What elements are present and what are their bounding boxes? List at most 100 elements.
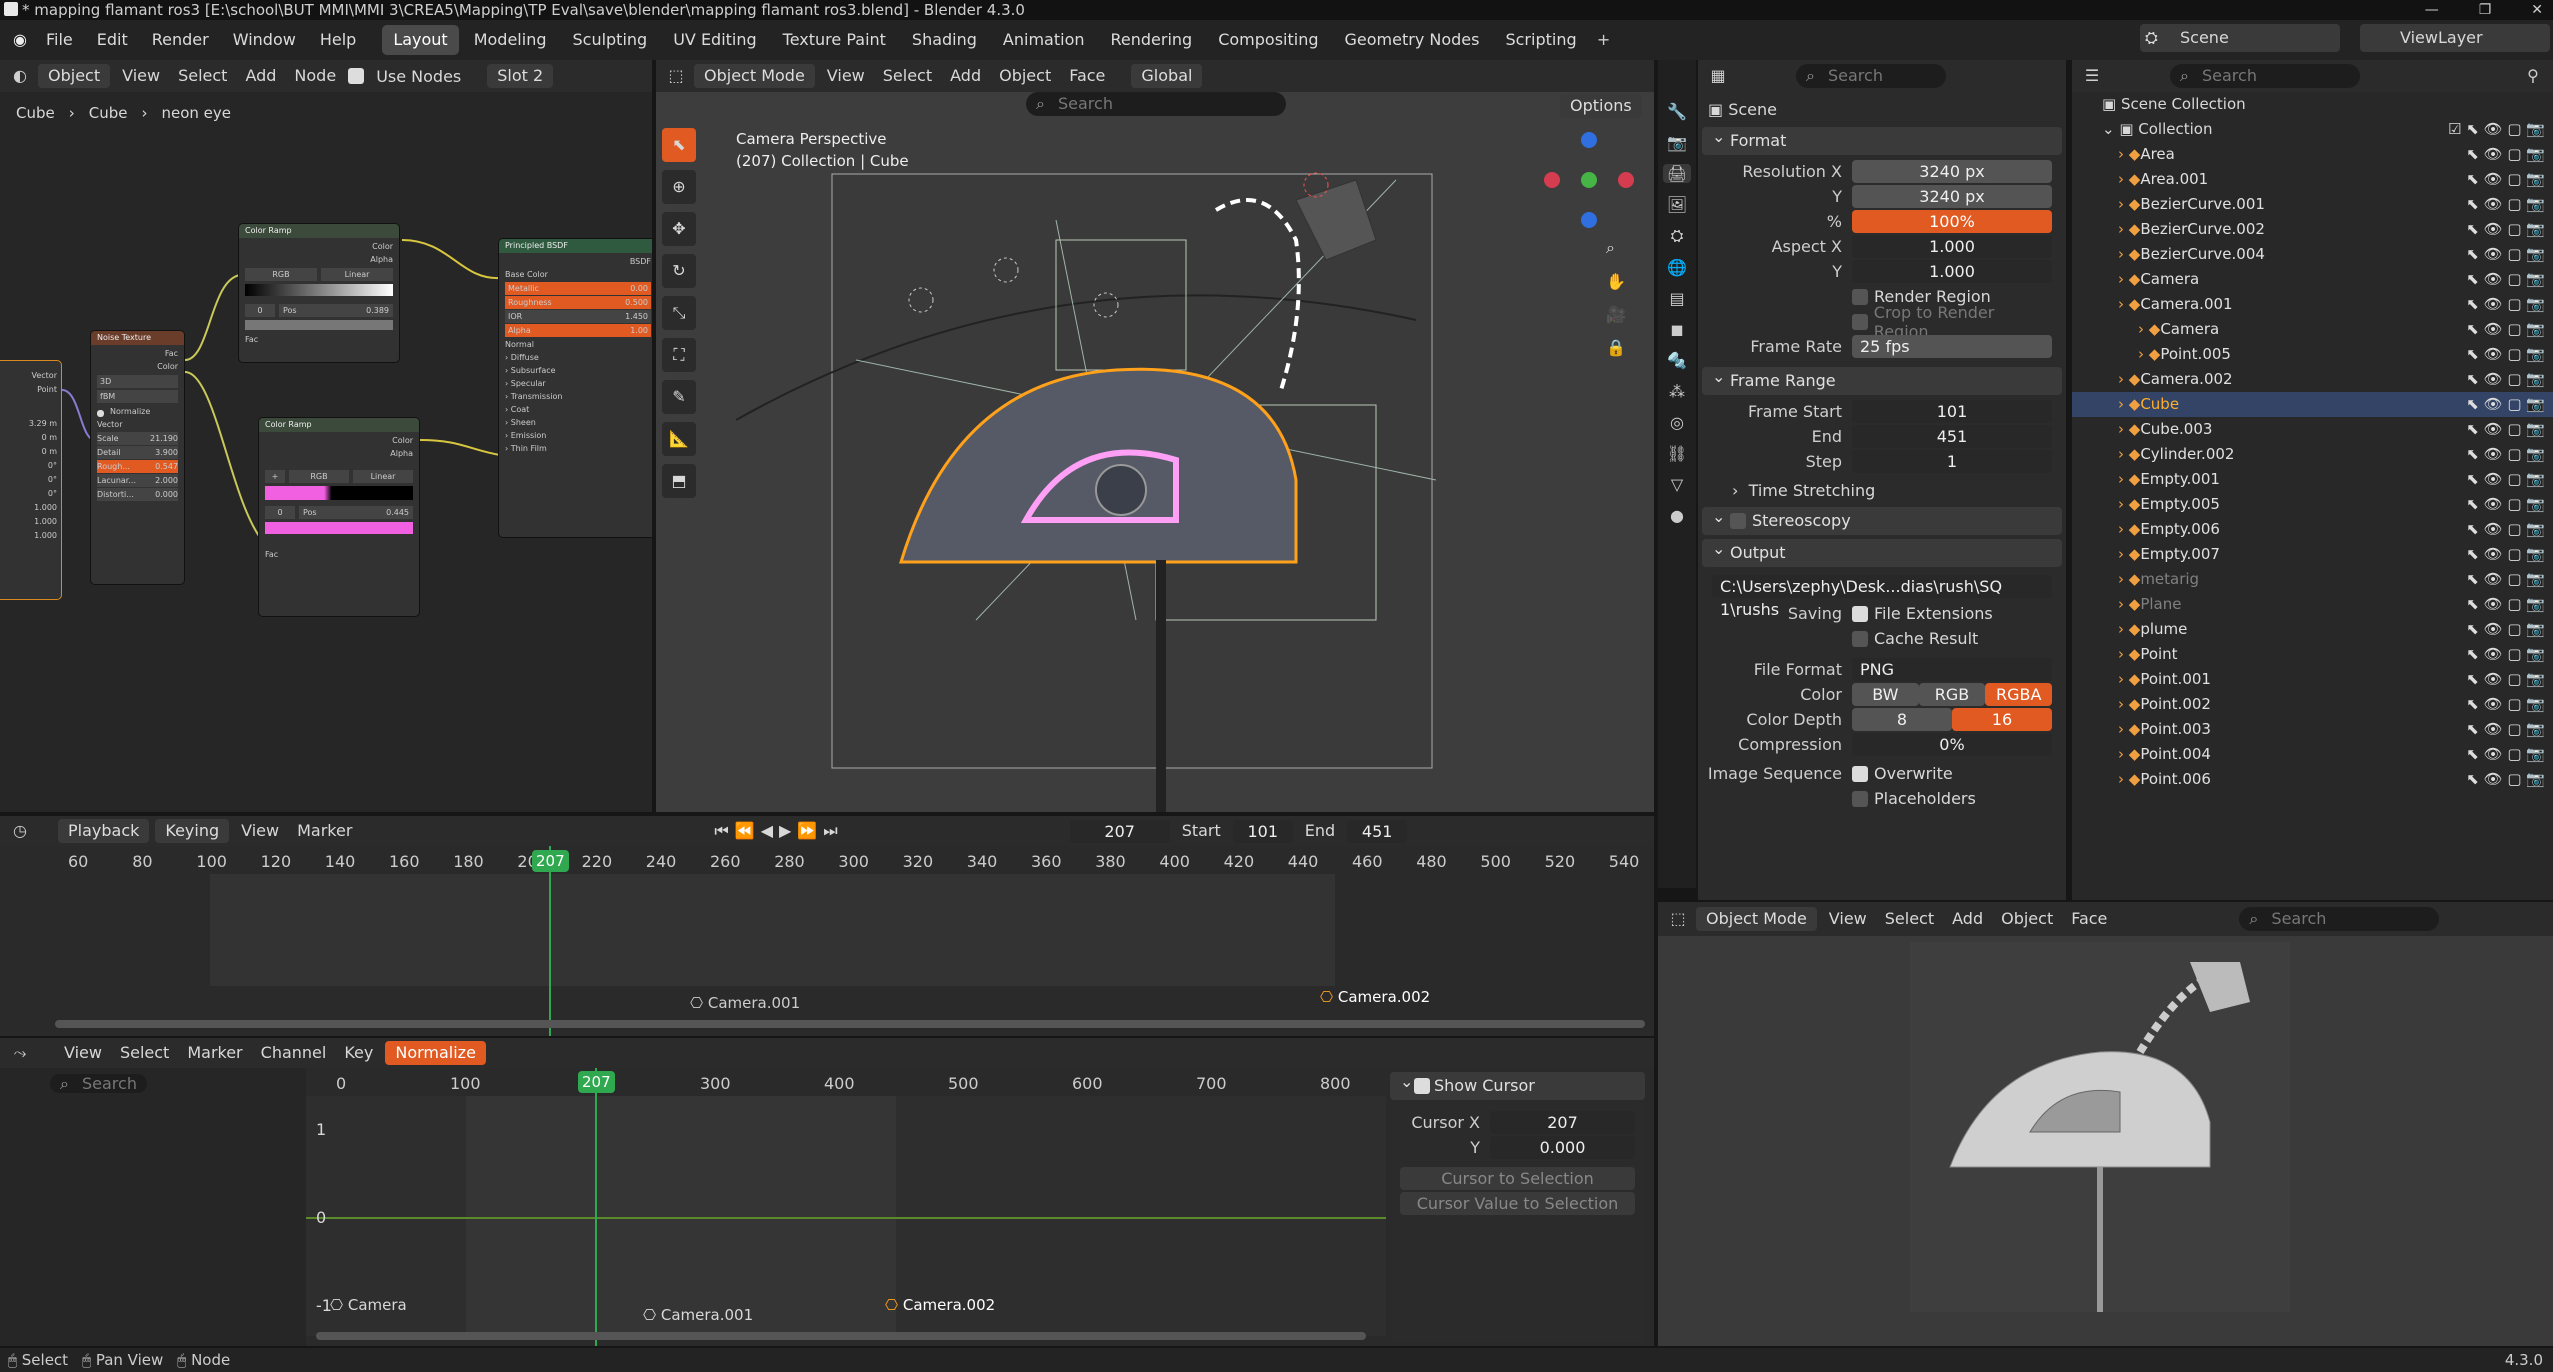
outliner-item[interactable]: › ◆ Camera ⬉ 👁 ▢ 📷 <box>2072 317 2553 342</box>
navigation-gizmo[interactable] <box>1536 132 1646 242</box>
depth-16-button[interactable]: 16 <box>1952 708 2052 731</box>
graph-playhead[interactable]: 207 <box>578 1071 615 1093</box>
resolution-x-field[interactable]: 3240 px <box>1852 160 2052 183</box>
outliner-item[interactable]: › ◆ Point.004 ⬉ 👁 ▢ 📷 <box>2072 742 2553 767</box>
object-tab-icon[interactable]: ◼ <box>1670 320 1683 339</box>
menu-file[interactable]: File <box>36 25 83 55</box>
outliner-item[interactable]: › ◆ Area.001 ⬉ 👁 ▢ 📷 <box>2072 167 2553 192</box>
visibility-toggles[interactable]: ⬉ 👁 ▢ 📷 <box>2466 617 2545 642</box>
visibility-toggles[interactable]: ⬉ 👁 ▢ 📷 <box>2466 742 2545 767</box>
color-ramp-1-gradient[interactable] <box>245 284 393 296</box>
tab-scripting[interactable]: Scripting <box>1494 25 1587 55</box>
preview-menu-face[interactable]: Face <box>2065 907 2113 931</box>
preview-viewport[interactable]: ⬚ Object Mode View Select Add Object Fac… <box>1658 902 2553 1346</box>
render-region-checkbox[interactable] <box>1852 288 1868 305</box>
modifier-tab-icon[interactable]: 🔩 <box>1667 351 1687 370</box>
3d-viewport[interactable]: ⬚ Object Mode View Select Add Object Fac… <box>656 60 1654 812</box>
tab-modeling[interactable]: Modeling <box>463 25 558 55</box>
editor-type-icon[interactable]: ⤳ <box>8 1041 32 1065</box>
show-cursor-panel[interactable]: Show Cursor <box>1390 1068 1645 1100</box>
visibility-toggles[interactable]: ⬉ 👁 ▢ 📷 <box>2466 492 2545 517</box>
add-workspace-icon[interactable]: + <box>1592 28 1616 52</box>
view-layer-tab-icon[interactable]: 🖼 <box>1667 195 1687 214</box>
outliner-item[interactable]: › ◆ Camera.002 ⬉ 👁 ▢ 📷 <box>2072 367 2553 392</box>
particles-tab-icon[interactable]: ⁂ <box>1669 382 1685 401</box>
outliner-item[interactable]: › ◆ BezierCurve.004 ⬉ 👁 ▢ 📷 <box>2072 242 2553 267</box>
graph-marker-camera-002[interactable]: ⎔ Camera.002 <box>885 1296 995 1314</box>
outliner-item[interactable]: › ◆ Point.005 ⬉ 👁 ▢ 📷 <box>2072 342 2553 367</box>
tab-compositing[interactable]: Compositing <box>1207 25 1329 55</box>
start-frame-field[interactable]: 101 <box>1232 819 1293 843</box>
tab-rendering[interactable]: Rendering <box>1100 25 1204 55</box>
graph-marker-camera-001[interactable]: ⎔ Camera.001 <box>643 1306 753 1324</box>
visibility-toggles[interactable]: ⬉ 👁 ▢ 📷 <box>2466 217 2545 242</box>
menu-edit[interactable]: Edit <box>87 25 138 55</box>
outliner-item[interactable]: › ◆ Plane ⬉ 👁 ▢ 📷 <box>2072 592 2553 617</box>
visibility-toggles[interactable]: ⬉ 👁 ▢ 📷 <box>2466 692 2545 717</box>
graph-menu-key[interactable]: Key <box>338 1041 379 1065</box>
node-principled-bsdf[interactable]: Principled BSDF BSDF Base Color Metallic… <box>498 238 652 538</box>
visibility-toggles[interactable]: ⬉ 👁 ▢ 📷 <box>2466 417 2545 442</box>
editor-type-icon[interactable]: ☰ <box>2080 64 2104 88</box>
cache-result-checkbox[interactable] <box>1852 630 1868 647</box>
file-format-dropdown[interactable]: PNG <box>1852 658 2052 681</box>
visibility-toggles[interactable]: ⬉ 👁 ▢ 📷 <box>2466 342 2545 367</box>
visibility-toggles[interactable]: ⬉ 👁 ▢ 📷 <box>2466 467 2545 492</box>
tab-shading[interactable]: Shading <box>901 25 988 55</box>
graph-marker-camera[interactable]: ⎔ Camera <box>330 1296 407 1314</box>
color-bw-button[interactable]: BW <box>1852 683 1919 706</box>
graph-menu-marker[interactable]: Marker <box>181 1041 248 1065</box>
node-editor[interactable]: ◐ Object View Select Add Node Use Nodes … <box>0 60 652 812</box>
cursor-x-field[interactable]: 207 <box>1490 1111 1635 1134</box>
visibility-toggles[interactable]: ⬉ 👁 ▢ 📷 <box>2466 567 2545 592</box>
outliner-item[interactable]: › ◆ Cube.003 ⬉ 👁 ▢ 📷 <box>2072 417 2553 442</box>
outliner-item[interactable]: › ◆ BezierCurve.002 ⬉ 👁 ▢ 📷 <box>2072 217 2553 242</box>
compression-field[interactable]: 0% <box>1852 733 2052 756</box>
outliner-item[interactable]: › ◆ Empty.007 ⬉ 👁 ▢ 📷 <box>2072 542 2553 567</box>
aspect-x-field[interactable]: 1.000 <box>1852 235 2052 258</box>
visibility-toggles[interactable]: ⬉ 👁 ▢ 📷 <box>2466 142 2545 167</box>
file-extensions-checkbox[interactable] <box>1852 605 1868 622</box>
overwrite-checkbox[interactable] <box>1852 765 1868 782</box>
timeline-menu-marker[interactable]: Marker <box>291 819 358 843</box>
outliner-item[interactable]: › ◆ Point.002 ⬉ 👁 ▢ 📷 <box>2072 692 2553 717</box>
resolution-percent-field[interactable]: 100% <box>1852 210 2052 233</box>
color-ramp-2-gradient[interactable] <box>265 486 413 500</box>
time-stretching-subpanel[interactable]: Time Stretching <box>1749 481 1876 500</box>
frame-step-field[interactable]: 1 <box>1852 450 2052 473</box>
visibility-toggles[interactable]: ⬉ 👁 ▢ 📷 <box>2466 642 2545 667</box>
tab-sculpting[interactable]: Sculpting <box>561 25 658 55</box>
stereoscopy-panel-header[interactable]: Stereoscopy <box>1702 503 2062 535</box>
node-color-ramp-2[interactable]: Color Ramp Color Alpha + RGB Linear 0 Pos 0.… <box>258 417 420 617</box>
world-tab-icon[interactable]: 🌐 <box>1667 258 1687 277</box>
preview-menu-object[interactable]: Object <box>1995 907 2059 931</box>
outliner-item[interactable]: › ◆ Empty.005 ⬉ 👁 ▢ 📷 <box>2072 492 2553 517</box>
visibility-toggles[interactable]: ⬉ 👁 ▢ 📷 <box>2466 317 2545 342</box>
close-icon[interactable]: ✕ <box>2531 0 2543 20</box>
output-path-field[interactable]: C:\Users\zephy\Desk...dias\rush\SQ 1\rus… <box>1712 574 2052 619</box>
format-panel-header[interactable]: Format <box>1702 123 2062 155</box>
graph-menu-view[interactable]: View <box>58 1041 108 1065</box>
visibility-toggles[interactable]: ⬉ 👁 ▢ 📷 <box>2466 167 2545 192</box>
visibility-toggles[interactable]: ⬉ 👁 ▢ 📷 <box>2466 192 2545 217</box>
visibility-toggles[interactable]: ⬉ 👁 ▢ 📷 <box>2466 542 2545 567</box>
gizmo-x-icon[interactable] <box>1618 172 1634 188</box>
outliner-item[interactable]: › ◆ BezierCurve.001 ⬉ 👁 ▢ 📷 <box>2072 192 2553 217</box>
outliner-item[interactable]: › ◆ Cylinder.002 ⬉ 👁 ▢ 📷 <box>2072 442 2553 467</box>
visibility-toggles[interactable]: ⬉ 👁 ▢ 📷 <box>2466 367 2545 392</box>
resolution-y-field[interactable]: 3240 px <box>1852 185 2052 208</box>
gizmo-z-icon[interactable] <box>1581 132 1597 148</box>
node-noise-texture[interactable]: Noise Texture Fac Color 3D fBM Normalize… <box>90 330 185 585</box>
frame-rate-dropdown[interactable]: 25 fps <box>1852 335 2052 358</box>
visibility-toggles[interactable]: ⬉ 👁 ▢ 📷 <box>2466 767 2545 792</box>
viewlayer-selector[interactable]: ViewLayer <box>2360 24 2550 52</box>
preview-menu-view[interactable]: View <box>1823 907 1873 931</box>
scene-tab-icon[interactable]: ⛭ <box>1671 226 1684 246</box>
node-partial-left[interactable]: Vector Point 3.29 m 0 m 0 m 0° 0° 0° 1.0… <box>0 360 62 600</box>
outliner-item[interactable]: › ◆ plume ⬉ 👁 ▢ 📷 <box>2072 617 2553 642</box>
cursor-value-to-selection-button[interactable]: Cursor Value to Selection <box>1400 1192 1635 1215</box>
editor-type-icon[interactable]: ⬚ <box>1666 907 1690 931</box>
visibility-toggles[interactable]: ⬉ 👁 ▢ 📷 <box>2466 667 2545 692</box>
normalize-button[interactable]: Normalize <box>385 1041 486 1065</box>
constraints-tab-icon[interactable]: ⛓ <box>1667 444 1687 463</box>
